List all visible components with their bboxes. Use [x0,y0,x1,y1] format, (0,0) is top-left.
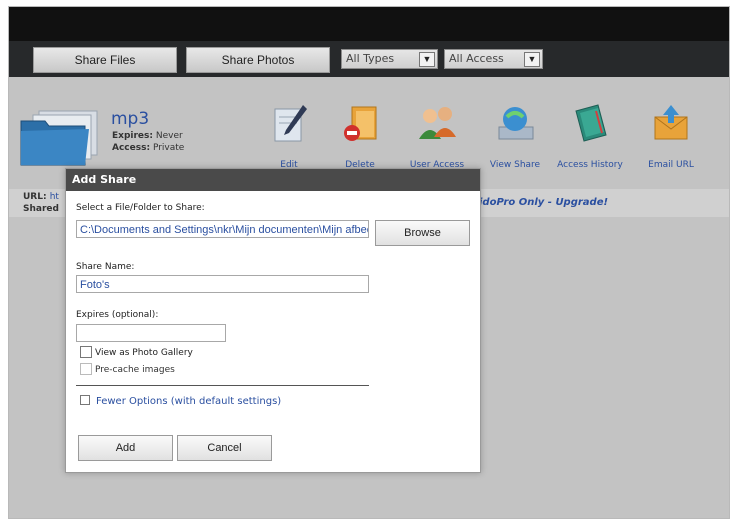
delete-action[interactable]: Delete [325,101,395,170]
view-share-icon [498,107,534,140]
share-name: mp3 [111,109,150,129]
book-icon [575,104,607,142]
add-button[interactable]: Add [78,435,173,461]
select-file-label: Select a File/Folder to Share: [76,203,205,213]
dialog-title: Add Share [66,169,480,191]
photo-gallery-checkbox[interactable] [80,346,92,358]
email-url-label: Email URL [648,160,694,170]
shared-label: Shared [23,204,59,214]
top-header-bar [9,7,729,41]
share-photos-button[interactable]: Share Photos [186,47,330,73]
chevron-down-icon: ▼ [524,52,540,67]
share-expires: Expires: Never [112,131,183,141]
precache-label: Pre-cache images [95,365,175,375]
access-select[interactable]: All Access ▼ [444,49,543,69]
photo-gallery-label: View as Photo Gallery [95,348,193,358]
expires-input[interactable] [76,324,226,342]
folder-icon [20,110,98,166]
access-label: Access: [112,143,151,153]
type-select[interactable]: All Types ▼ [341,49,438,69]
url-label: URL: [23,192,47,202]
access-select-value: All Access [449,52,504,65]
browse-button[interactable]: Browse [375,220,470,246]
options-divider [76,385,369,386]
url-line: URL: ht [23,192,59,202]
edit-action[interactable]: Edit [254,101,324,170]
expires-optional-label: Expires (optional): [76,310,159,320]
toolbar: Share Files Share Photos All Types ▼ All… [9,41,729,77]
user-access-action[interactable]: User Access [402,101,472,170]
fewer-options-label: Fewer Options (with default settings) [96,396,282,407]
delete-icon [344,106,377,141]
share-files-button[interactable]: Share Files [33,47,177,73]
app-window: Share Files Share Photos All Types ▼ All… [8,6,730,519]
precache-checkbox[interactable] [80,363,92,375]
share-name-label: Share Name: [76,262,135,272]
add-share-dialog: Add Share Select a File/Folder to Share:… [65,168,481,473]
chevron-down-icon: ▼ [419,52,435,67]
email-icon [654,105,688,140]
cancel-button[interactable]: Cancel [177,435,272,461]
share-name-input[interactable]: Foto's [76,275,369,293]
file-path-input[interactable]: C:\Documents and Settings\nkr\Mijn docum… [76,220,369,238]
url-link[interactable]: ht [50,192,59,202]
view-share-label: View Share [489,160,541,170]
access-history-label: Access History [557,160,623,170]
expires-label: Expires: [112,131,153,141]
upgrade-link[interactable]: idoPro Only - Upgrade! [479,197,608,208]
access-value: Private [152,143,185,153]
share-access: Access: Private [112,143,184,153]
access-history-action[interactable]: Access History [555,101,625,170]
expires-value: Never [155,131,183,141]
view-share-action[interactable]: View Share [480,101,550,170]
type-select-value: All Types [346,52,395,65]
collapse-icon [80,395,90,405]
users-icon [419,107,456,139]
fewer-options-toggle[interactable]: Fewer Options (with default settings) [80,395,282,407]
edit-icon [274,105,307,142]
email-url-action[interactable]: Email URL [636,101,706,170]
